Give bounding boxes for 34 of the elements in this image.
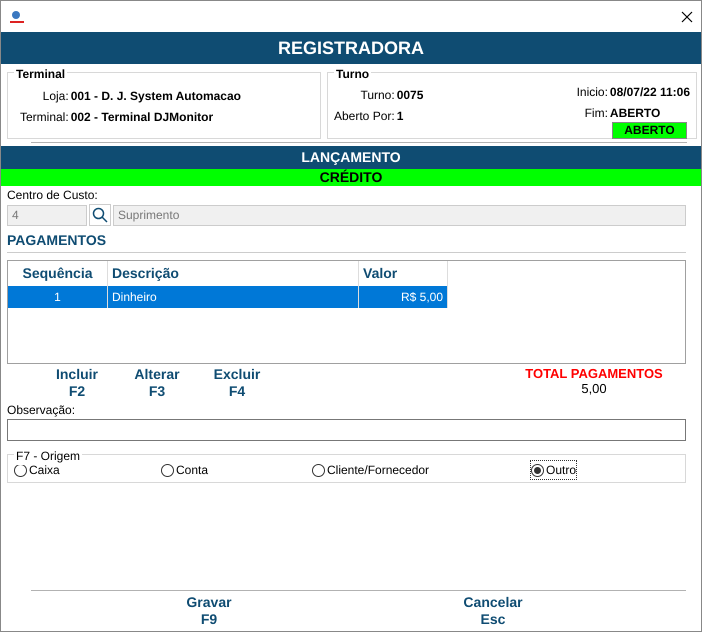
total-label: TOTAL PAGAMENTOS <box>524 366 664 382</box>
close-icon[interactable] <box>681 10 693 22</box>
field-value: 002 - Terminal DJMonitor <box>70 109 214 126</box>
status-badge: ABERTO <box>612 122 687 139</box>
field-label: Aberto Por: <box>334 108 396 125</box>
action-button[interactable]: Excluir F4 <box>197 366 277 400</box>
observation-field[interactable] <box>7 419 686 441</box>
radio-option[interactable]: Outro <box>531 461 576 479</box>
app-logo-icon <box>9 10 25 24</box>
table-row[interactable]: 1 Dinheiro R$ 5,00 <box>8 286 448 308</box>
field-value: 001 - D. J. System Automacao <box>70 88 241 105</box>
total-value: 5,00 <box>580 382 608 396</box>
form-title: REGISTRADORA <box>1 32 701 64</box>
field-label: Loja: <box>42 88 70 105</box>
type-banner: CRÉDITO <box>1 169 701 186</box>
field-value: ABERTO <box>610 105 662 122</box>
footer-button[interactable]: Cancelar Esc <box>448 594 538 628</box>
section-title: PAGAMENTOS <box>6 231 108 248</box>
field-label: Terminal: <box>20 109 70 126</box>
search-button[interactable] <box>89 204 111 226</box>
section-header: LANÇAMENTO <box>1 146 701 169</box>
action-button[interactable]: Alterar F3 <box>117 366 197 400</box>
field-value: 08/07/22 11:06 <box>610 84 690 101</box>
footer-button[interactable]: Gravar F9 <box>164 594 254 628</box>
field-label: Fim: <box>584 105 609 122</box>
action-button[interactable]: Incluir F2 <box>37 366 117 400</box>
field-label: Inicio: <box>576 84 609 101</box>
field-label: Observação: <box>6 402 76 417</box>
radio-option[interactable]: Conta <box>161 461 208 479</box>
field-value: 0075 <box>396 87 424 104</box>
field-value: 1 <box>396 108 404 125</box>
field-label: Turno: <box>359 87 396 104</box>
field-label: Centro de Custo: <box>6 187 99 202</box>
radio-option[interactable]: Cliente/Fornecedor <box>312 461 430 479</box>
